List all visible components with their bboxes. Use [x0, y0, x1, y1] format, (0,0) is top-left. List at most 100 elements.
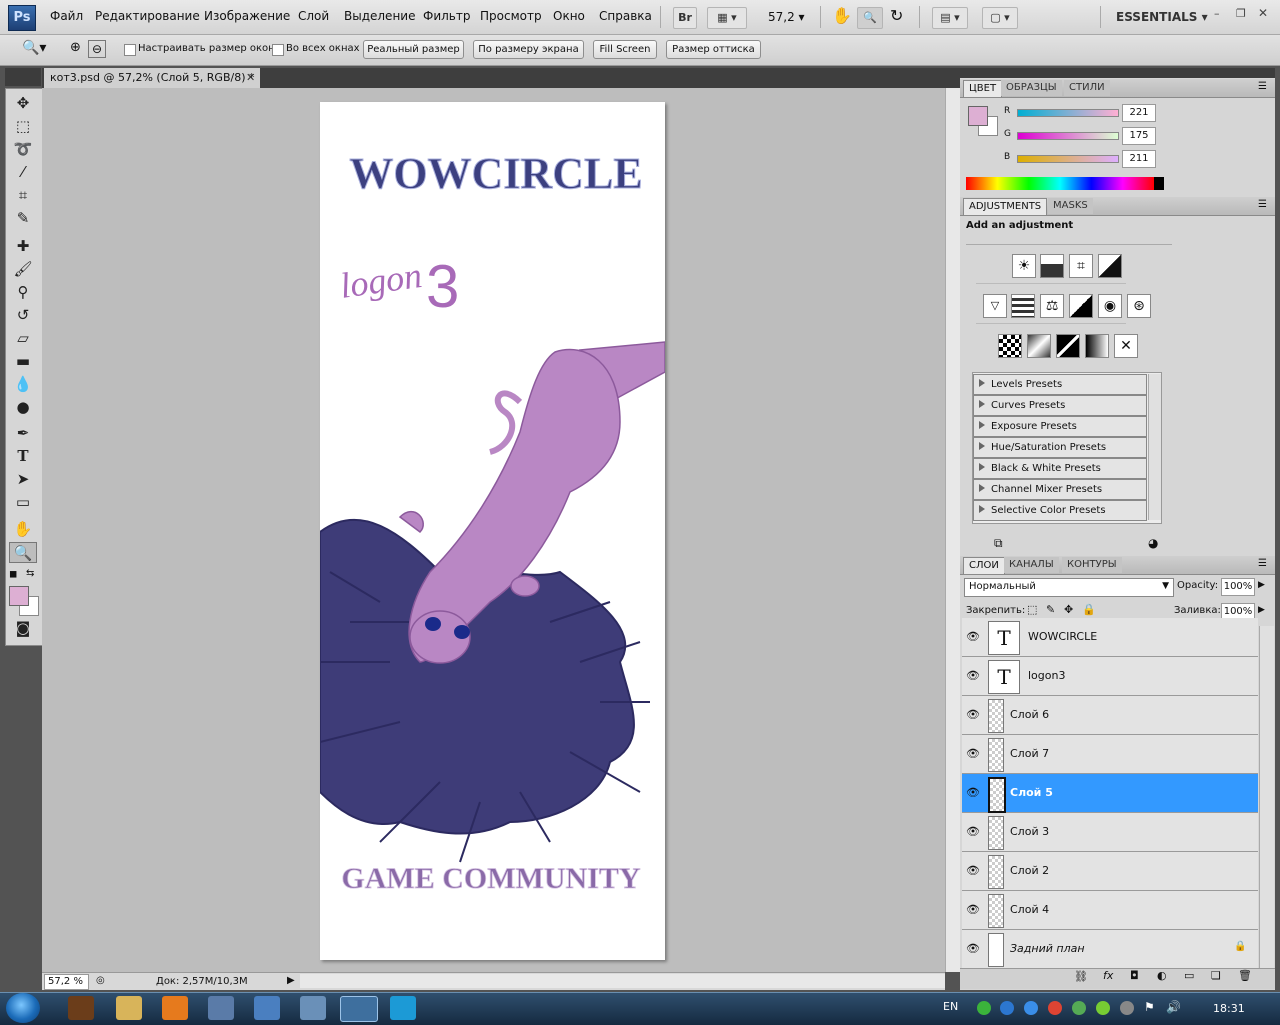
preset-selective-color[interactable]: Selective Color Presets — [973, 500, 1147, 521]
layers-scrollbar[interactable] — [1259, 626, 1274, 968]
eye-icon[interactable]: 👁 — [966, 747, 980, 761]
eraser-tool-icon[interactable]: ▱ — [9, 328, 37, 349]
layer-style-icon[interactable]: fx — [1103, 969, 1113, 982]
view-extras-icon[interactable]: ▦ ▾ — [707, 7, 747, 29]
taskbar-explorer-icon[interactable] — [116, 996, 142, 1020]
preset-curves[interactable]: Curves Presets — [973, 395, 1147, 416]
lock-pixels-icon[interactable]: ✎ — [1046, 603, 1055, 616]
zoom-tool-preset-icon[interactable]: 🔍▾ — [22, 40, 46, 56]
red-value-field[interactable]: 221 — [1122, 104, 1156, 122]
fill-screen-button[interactable]: Fill Screen — [593, 40, 657, 59]
opacity-arrow-icon[interactable]: ▶ — [1258, 580, 1265, 590]
action-center-flag-icon[interactable]: ⚑ — [1144, 1000, 1155, 1014]
taskbar-audio-icon[interactable] — [254, 996, 280, 1020]
layer-row[interactable]: 👁 Слой 3 — [962, 813, 1258, 852]
layer-row[interactable]: 👁 Задний план 🔒 — [962, 930, 1258, 969]
panel-menu-icon[interactable]: ☰ — [1258, 558, 1267, 569]
screen-mode-icon[interactable]: ▢ ▾ — [982, 7, 1018, 29]
vibrance-icon[interactable]: ▽ — [983, 294, 1007, 318]
minimize-icon[interactable]: – — [1214, 7, 1220, 20]
pen-tool-icon[interactable]: ✒ — [9, 423, 37, 444]
foreground-color-swatch[interactable] — [9, 586, 29, 606]
hand-tool-icon[interactable]: ✋ — [832, 6, 852, 25]
hue-saturation-icon[interactable] — [1011, 294, 1035, 318]
preset-hue-saturation[interactable]: Hue/Saturation Presets — [973, 437, 1147, 458]
blue-slider[interactable] — [1017, 155, 1119, 163]
foreground-color-chip[interactable] — [968, 106, 988, 126]
fit-screen-button[interactable]: По размеру экрана — [473, 40, 584, 59]
history-brush-tool-icon[interactable]: ↺ — [9, 305, 37, 326]
tray-network-app-icon[interactable] — [1072, 1001, 1086, 1015]
eye-icon[interactable]: 👁 — [966, 864, 980, 878]
preset-black-white[interactable]: Black & White Presets — [973, 458, 1147, 479]
arrange-documents-icon[interactable]: ▤ ▾ — [932, 7, 968, 29]
eye-icon[interactable]: 👁 — [966, 708, 980, 722]
zoom-in-icon[interactable]: ⊕ — [70, 40, 81, 55]
eye-icon[interactable]: 👁 — [966, 630, 980, 644]
opacity-field[interactable]: 100% — [1221, 578, 1255, 596]
layer-row[interactable]: 👁 Слой 7 — [962, 735, 1258, 774]
magic-wand-tool-icon[interactable]: ⁄ — [9, 162, 37, 183]
fill-arrow-icon[interactable]: ▶ — [1258, 605, 1265, 615]
gradient-tool-icon[interactable]: ▬ — [9, 351, 37, 372]
workspace-switcher[interactable]: ESSENTIALS ▾ — [1116, 10, 1208, 24]
horizontal-scrollbar[interactable] — [300, 974, 945, 988]
quick-mask-icon[interactable]: ◙ — [9, 618, 37, 639]
exposure-icon[interactable] — [1098, 254, 1122, 278]
blue-value-field[interactable]: 211 — [1122, 150, 1156, 168]
add-mask-icon[interactable]: ◘ — [1130, 969, 1139, 982]
eye-icon[interactable]: 👁 — [966, 786, 980, 800]
tab-swatches[interactable]: ОБРАЗЦЫ — [1001, 80, 1062, 96]
dodge-tool-icon[interactable]: ● — [9, 397, 37, 418]
status-menu-arrow-icon[interactable]: ▶ — [287, 975, 295, 986]
gradient-map-icon[interactable] — [1085, 334, 1109, 358]
channel-mixer-icon[interactable]: ⊛ — [1127, 294, 1151, 318]
link-layers-icon[interactable]: ⛓ — [1074, 970, 1088, 983]
red-slider[interactable] — [1017, 109, 1119, 117]
photo-filter-icon[interactable]: ◉ — [1098, 294, 1122, 318]
menu-select[interactable]: Выделение — [344, 9, 415, 23]
menu-filter[interactable]: Фильтр — [423, 9, 470, 23]
panel-menu-icon[interactable]: ☰ — [1258, 81, 1267, 92]
input-language[interactable]: EN — [943, 1000, 958, 1013]
green-value-field[interactable]: 175 — [1122, 127, 1156, 145]
clip-to-layer-icon[interactable]: ⧉ — [994, 536, 1003, 551]
shape-tool-icon[interactable]: ▭ — [9, 492, 37, 513]
vertical-scrollbar[interactable] — [945, 88, 960, 972]
healing-brush-tool-icon[interactable]: ✚ — [9, 236, 37, 257]
layer-row[interactable]: 👁 T WOWCIRCLE — [962, 618, 1258, 657]
blur-tool-icon[interactable]: 💧 — [9, 374, 37, 395]
status-preview-icon[interactable]: ◎ — [96, 975, 105, 986]
new-group-icon[interactable]: ▭ — [1184, 969, 1194, 982]
all-windows-checkbox[interactable] — [272, 44, 284, 56]
lock-position-icon[interactable]: ✥ — [1064, 603, 1073, 616]
invert-icon[interactable] — [998, 334, 1022, 358]
tab-layers[interactable]: СЛОИ — [963, 557, 1005, 574]
adjustment-options-icon[interactable]: ◕ — [1148, 536, 1158, 550]
tab-channels[interactable]: КАНАЛЫ — [1004, 557, 1059, 573]
layer-row[interactable]: 👁 Слой 2 — [962, 852, 1258, 891]
tab-color[interactable]: ЦВЕТ — [963, 80, 1003, 97]
zoom-level-dropdown[interactable]: 57,2 ▾ — [768, 10, 805, 24]
preset-channel-mixer[interactable]: Channel Mixer Presets — [973, 479, 1147, 500]
resize-windows-checkbox[interactable] — [124, 44, 136, 56]
eye-icon[interactable]: 👁 — [966, 903, 980, 917]
delete-layer-icon[interactable]: 🗑 — [1238, 969, 1252, 982]
menu-layer[interactable]: Слой — [298, 9, 329, 23]
selective-color-icon[interactable]: ✕ — [1114, 334, 1138, 358]
restore-icon[interactable]: ❐ — [1236, 7, 1246, 20]
blend-mode-select[interactable]: Нормальный ▼ — [964, 578, 1174, 597]
tray-icq-icon[interactable] — [1096, 1001, 1110, 1015]
tray-antivirus-icon[interactable] — [1048, 1001, 1062, 1015]
menu-image[interactable]: Изображение — [204, 9, 290, 23]
default-colors-icon[interactable]: ◼ — [9, 569, 17, 580]
zoom-tool-icon[interactable]: 🔍 — [857, 7, 883, 29]
taskbar-photoshop-icon[interactable] — [340, 996, 378, 1022]
taskbar-skype-icon[interactable] — [390, 996, 416, 1020]
eye-icon[interactable]: 👁 — [966, 942, 980, 956]
menu-file[interactable]: Файл — [50, 9, 83, 23]
volume-icon[interactable]: 🔊 — [1166, 1000, 1181, 1014]
presets-scrollbar[interactable] — [1148, 374, 1161, 520]
type-tool-icon[interactable]: T — [9, 446, 37, 467]
preset-levels[interactable]: Levels Presets — [973, 374, 1147, 395]
